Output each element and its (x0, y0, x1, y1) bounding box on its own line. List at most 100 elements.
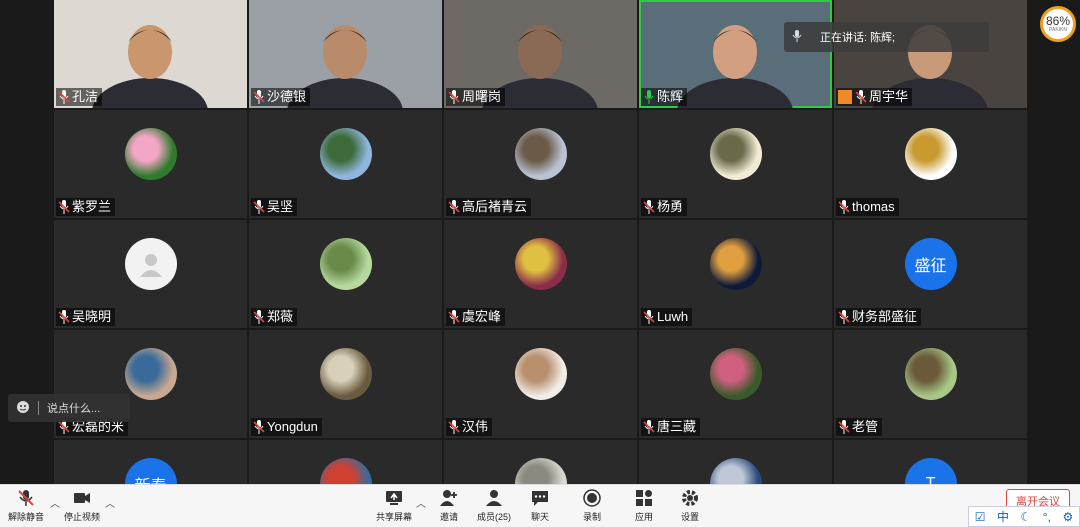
invite-label: 邀请 (439, 512, 458, 522)
system-tray: ☑ 中 ☾ °, ⚙ (968, 506, 1080, 527)
participant-tile[interactable]: 紫罗兰 (54, 110, 247, 218)
mic-muted-icon (448, 310, 460, 324)
participant-tile[interactable]: 周曙岗 (444, 0, 637, 108)
participant-name: 虞宏峰 (462, 309, 502, 324)
chat-button[interactable]: 聊天 (516, 488, 564, 523)
unmute-button[interactable]: 解除静音 (2, 488, 50, 523)
keyboard-icon[interactable]: ☑ (975, 510, 986, 524)
participant-name-tag: 唐三藏 (641, 418, 701, 436)
participant-tile[interactable]: 唐三藏 (639, 330, 832, 438)
default-avatar-icon (124, 238, 177, 290)
avatar-photo (514, 238, 567, 290)
network-badge[interactable]: 86% PAKIKN (1040, 6, 1076, 42)
participant-name-tag: Luwh (641, 308, 693, 326)
participant-name: 唐三藏 (657, 419, 697, 434)
avatar-photo (709, 348, 762, 400)
avatar-photo (319, 128, 372, 180)
camera-icon (74, 493, 90, 503)
mic-muted-icon (58, 200, 70, 214)
participant-name: 老管 (852, 419, 879, 434)
mic-muted-icon (643, 200, 655, 214)
settings-label: 设置 (680, 512, 699, 522)
members-label: 成员(25) (476, 512, 511, 522)
participant-name-tag: Yongdun (251, 418, 322, 436)
mic-muted-icon (643, 310, 655, 324)
mic-muted-icon (253, 310, 265, 324)
participant-name: 吴晓明 (72, 309, 112, 324)
participant-name-tag: 陈辉 (641, 88, 688, 106)
invite-button[interactable]: 邀请 (425, 488, 473, 523)
avatar-photo (514, 348, 567, 400)
mic-muted-icon (448, 90, 460, 104)
record-button[interactable]: 录制 (568, 488, 616, 523)
ime-indicator[interactable]: 中 (997, 508, 1009, 525)
participant-name-tag: 孔洁 (56, 88, 103, 106)
participant-tile[interactable]: 孔洁 (54, 0, 247, 108)
participant-name: 沙德银 (267, 89, 307, 104)
participant-tile[interactable]: Yongdun (249, 330, 442, 438)
network-sub: PAKIKN (1049, 27, 1067, 33)
moon-icon[interactable]: ☾ (1021, 510, 1032, 524)
participant-name-tag: 老管 (836, 418, 883, 436)
participant-grid: 孔洁 沙德银 周曙岗 陈辉 周宇华紫罗兰 吴坚 高后褚青云 杨勇 thomas 吴晓明 郑薇 虞宏峰 L… (54, 0, 1027, 527)
avatar-initials: 盛征 (904, 238, 957, 290)
participant-tile[interactable]: 虞宏峰 (444, 220, 637, 328)
mic-active-icon (643, 90, 655, 104)
mic-icon (792, 29, 802, 45)
chat-input[interactable]: 说点什么... (47, 400, 100, 416)
participant-tile[interactable]: 周宇华 (834, 0, 1027, 108)
participant-name: 紫罗兰 (72, 199, 112, 214)
participant-name: 吴坚 (267, 199, 294, 214)
unmute-label: 解除静音 (7, 512, 44, 522)
mic-muted-icon (58, 420, 70, 434)
mic-muted-icon (58, 310, 70, 324)
tray-gear-icon[interactable]: ⚙ (1062, 510, 1073, 524)
participant-name-tag: 杨勇 (641, 198, 688, 216)
members-button[interactable]: 成员(25) (470, 488, 518, 523)
share-screen-icon (386, 491, 402, 505)
participant-name: thomas (852, 199, 895, 214)
participant-name: 孔洁 (72, 89, 99, 104)
participant-tile[interactable]: thomas (834, 110, 1027, 218)
participant-tile[interactable]: 吴晓明 (54, 220, 247, 328)
record-label: 录制 (582, 512, 601, 522)
participant-name: 高后褚青云 (462, 199, 528, 214)
participant-tile[interactable]: Luwh (639, 220, 832, 328)
mic-muted-icon (448, 200, 460, 214)
video-options-chevron-icon[interactable]: ︿ (105, 495, 115, 510)
avatar-photo (904, 128, 957, 180)
speaking-label: 正在讲话: (820, 32, 868, 44)
participant-tile[interactable]: 高后褚青云 (444, 110, 637, 218)
chat-label: 聊天 (530, 512, 549, 522)
participant-name-tag: 紫罗兰 (56, 198, 116, 216)
meeting-window: 孔洁 沙德银 周曙岗 陈辉 周宇华紫罗兰 吴坚 高后褚青云 杨勇 thomas 吴晓明 郑薇 虞宏峰 L… (0, 0, 1080, 527)
participant-name: 杨勇 (657, 199, 684, 214)
participant-tile[interactable]: 盛征 财务部盛征 (834, 220, 1027, 328)
mic-muted-icon (253, 90, 265, 104)
apps-button[interactable]: 应用 (620, 488, 668, 523)
avatar-photo (124, 128, 177, 180)
emoji-icon[interactable] (16, 400, 30, 417)
punctuation-icon[interactable]: °, (1043, 510, 1051, 524)
participant-tile[interactable]: 郑薇 (249, 220, 442, 328)
participant-name-tag: 周曙岗 (446, 88, 506, 106)
share-screen-button[interactable]: 共享屏幕 (370, 488, 418, 523)
participant-tile[interactable]: 杨勇 (639, 110, 832, 218)
participant-name: 周宇华 (869, 89, 909, 104)
participant-tile[interactable]: 沙德银 (249, 0, 442, 108)
participant-tile[interactable]: 吴坚 (249, 110, 442, 218)
divider (38, 401, 39, 415)
share-label: 共享屏幕 (375, 512, 412, 522)
avatar-photo (319, 348, 372, 400)
muted-mic-icon (18, 490, 34, 506)
participant-name-tag: 郑薇 (251, 308, 298, 326)
avatar-photo (709, 128, 762, 180)
stop-video-button[interactable]: 停止视频 (58, 488, 106, 523)
mic-muted-icon (643, 420, 655, 434)
settings-button[interactable]: 设置 (666, 488, 714, 523)
participant-tile[interactable]: 老管 (834, 330, 1027, 438)
participant-tile[interactable]: 陈辉 (639, 0, 832, 108)
chat-popup[interactable]: 说点什么... (8, 394, 130, 422)
participant-tile[interactable]: 汉伟 (444, 330, 637, 438)
participant-name-tag: thomas (836, 198, 899, 216)
